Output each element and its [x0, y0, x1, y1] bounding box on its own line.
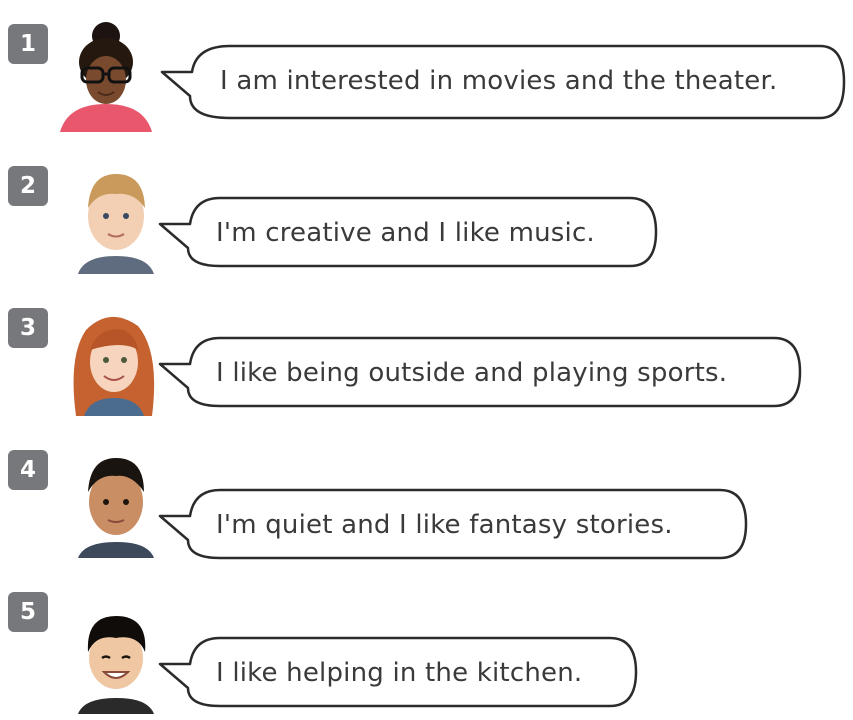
- speech-text: I like being outside and playing sports.: [216, 358, 728, 388]
- speech-item-1: 1 I am interested in movies and the thea…: [0, 22, 853, 152]
- speech-text: I'm creative and I like music.: [216, 218, 595, 248]
- speech-bubble: [158, 636, 638, 708]
- speech-item-4: 4 I'm quiet and I like fantasy stories.: [0, 448, 853, 578]
- speech-item-3: 3 I like being outside and playing sport…: [0, 306, 853, 436]
- speech-text: I'm quiet and I like fantasy stories.: [216, 510, 673, 540]
- speech-text: I am interested in movies and the theate…: [220, 66, 778, 96]
- speech-item-5: 5 I like helping in the kitchen.: [0, 590, 853, 720]
- speech-text: I like helping in the kitchen.: [216, 658, 583, 688]
- speech-item-2: 2 I'm creative and I like music.: [0, 164, 853, 294]
